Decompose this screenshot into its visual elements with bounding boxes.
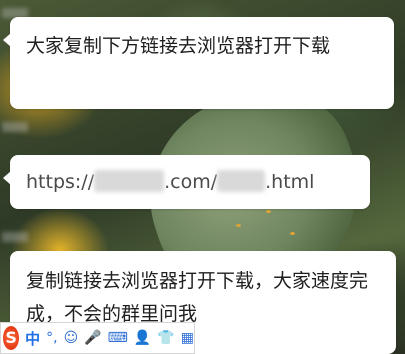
message-text: 大家复制下方链接去浏览器打开下载 — [26, 35, 331, 57]
pollen-speck — [290, 232, 295, 235]
shirt-icon[interactable]: 👕 — [157, 331, 174, 345]
sogou-logo-icon[interactable]: S — [3, 326, 20, 350]
user-icon[interactable]: 👤 — [134, 331, 151, 345]
ime-toolbar: S 中 °, ☺ 🎤 ⌨ 👤 👕 ▦ — [0, 322, 195, 354]
sender-avatar-blur — [2, 232, 28, 242]
url-prefix: https:// — [26, 171, 95, 193]
redacted-path — [217, 170, 266, 192]
sender-avatar-blur — [2, 122, 28, 132]
pollen-speck — [266, 210, 271, 213]
redacted-domain — [94, 170, 165, 192]
chat-message-bubble[interactable]: 大家复制下方链接去浏览器打开下载 — [3, 17, 394, 109]
url-mid: .com/ — [164, 171, 218, 193]
message-link[interactable]: https:// .com/ .html — [26, 170, 315, 193]
microphone-icon[interactable]: 🎤 — [84, 331, 101, 345]
punctuation-toggle[interactable]: °, — [46, 330, 57, 346]
pollen-speck — [236, 224, 241, 227]
url-suffix: .html — [265, 171, 315, 193]
apps-icon[interactable]: ▦ — [181, 331, 194, 345]
ime-mode-toggle[interactable]: 中 — [25, 328, 40, 349]
keyboard-icon[interactable]: ⌨ — [108, 331, 128, 345]
emoji-icon[interactable]: ☺ — [64, 331, 79, 345]
chat-message-link-bubble[interactable]: https:// .com/ .html — [3, 155, 370, 209]
